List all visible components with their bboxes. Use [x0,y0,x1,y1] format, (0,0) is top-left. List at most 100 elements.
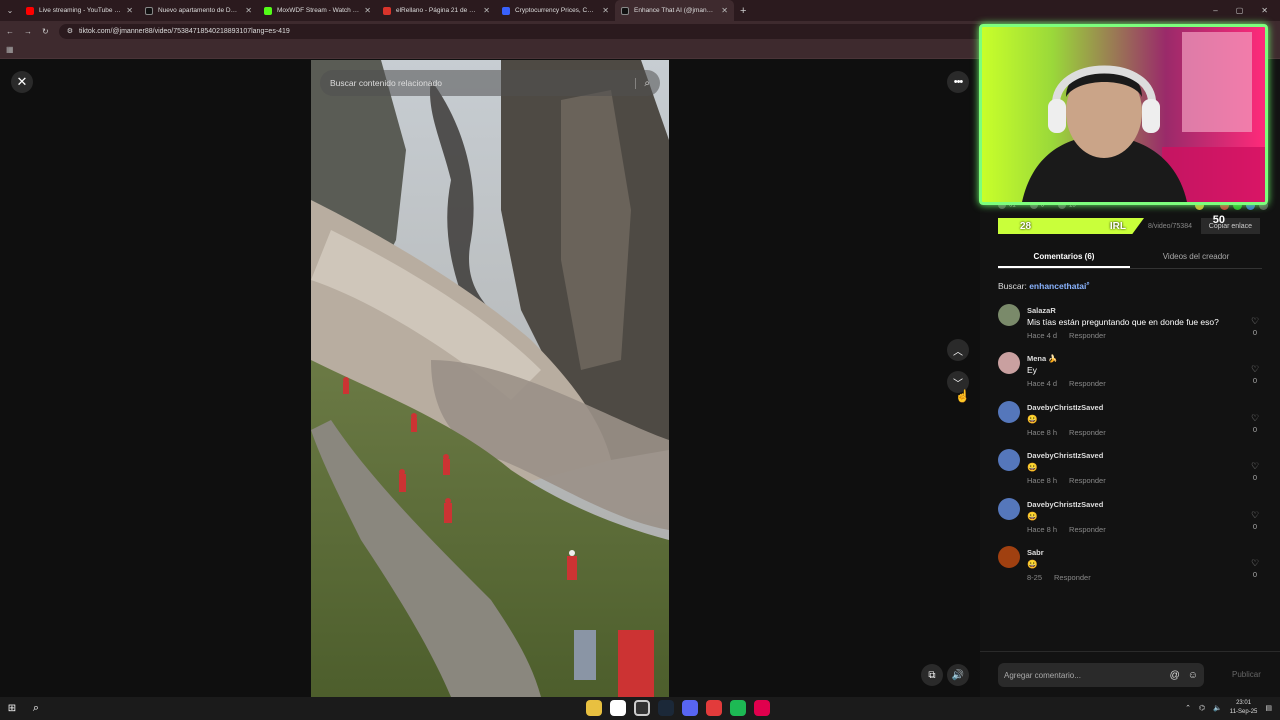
network-icon[interactable]: ⌬ [1199,704,1205,712]
tab-close-icon[interactable]: ✕ [364,6,371,15]
clock-time: 23:01 [1236,700,1252,706]
reply-button[interactable]: Responder [1069,428,1106,437]
notifications-icon[interactable]: ▤ [1265,704,1272,712]
comment-username[interactable]: Sabr [1027,548,1044,557]
comment-username[interactable]: DavebyChristIzSaved [1027,451,1103,460]
tab-favicon-icon [383,6,391,15]
like-count: 0 [1252,328,1258,337]
chrome-icon[interactable] [610,700,626,716]
avatar[interactable] [998,352,1020,374]
comment-meta: Hace 8 h Responder [1027,525,1106,534]
volume-button[interactable]: 🔊 [947,664,969,686]
back-icon[interactable]: ← [6,27,14,36]
reply-button[interactable]: Responder [1069,331,1106,340]
tab-4[interactable]: Cryptocurrency Prices, Charts A ✕ [496,0,615,21]
volume-icon[interactable]: 🔈 [1213,704,1222,712]
clock[interactable]: 23:01 11-Sep-25 [1230,699,1258,717]
tab-close-icon[interactable]: ✕ [245,6,252,15]
tab-close-icon[interactable]: ✕ [602,6,609,15]
reply-button[interactable]: Responder [1069,379,1106,388]
comment-like-button[interactable]: ♡ 0 [1248,364,1262,385]
media-app-icon[interactable] [754,700,770,716]
like-count: 0 [1252,376,1258,385]
url-field[interactable]: ⚙ tiktok.com/@jmanner88/video/7538471854… [58,23,1019,39]
close-window-icon[interactable]: ✕ [1261,6,1268,15]
steam-icon[interactable] [658,700,674,716]
related-search-input[interactable]: Buscar contenido relacionado ⌕ [320,70,660,96]
comment-input[interactable]: Agregar comentario... @ ☺ [998,663,1204,687]
search-icon[interactable]: ⌕ [635,77,650,89]
tab-comments[interactable]: Comentarios (6) [998,248,1130,268]
video-player[interactable]: Buscar contenido relacionado ⌕ [311,60,669,697]
tab-0[interactable]: Live streaming - YouTube Studio ✕ [20,0,139,21]
tab-2[interactable]: MoxWDF Stream - Watch Live on ✕ [258,0,377,21]
tab-search-icon[interactable]: ⌄ [0,0,20,21]
more-options-button[interactable]: ••• [947,71,969,93]
game-launcher-icon[interactable] [706,700,722,716]
tray-expand-icon[interactable]: ⌃ [1185,704,1191,712]
maximize-icon[interactable]: ▢ [1236,6,1244,15]
comment-like-button[interactable]: ♡ 0 [1248,413,1262,434]
reply-button[interactable]: Responder [1069,476,1106,485]
forward-icon[interactable]: → [24,27,32,36]
tab-close-icon[interactable]: ✕ [126,6,133,15]
reload-icon[interactable]: ↻ [42,27,49,36]
copy-link-button[interactable]: 50 Copiar enlace [1200,214,1260,234]
comment-username[interactable]: Mena 🍌 [1027,354,1058,363]
search-small-icon: ⌕ [1086,281,1090,287]
apps-grid-icon[interactable]: ▦ [6,45,14,54]
avatar[interactable] [998,401,1020,423]
discord-icon[interactable] [682,700,698,716]
reply-button[interactable]: Responder [1054,573,1091,582]
tab-title: Live streaming - YouTube Studio [39,7,121,14]
reply-button[interactable]: Responder [1069,525,1106,534]
tab-favicon-icon [621,6,629,15]
close-video-button[interactable]: ✕ [11,71,33,93]
comment-username[interactable]: DavebyChristIzSaved [1027,403,1103,412]
minimize-icon[interactable]: – [1213,6,1217,15]
stream-overlay-band: 28 IRL 8/video/75384 50 Copiar enlace [998,214,1260,234]
mention-icon[interactable]: @ [1170,670,1180,681]
avatar[interactable] [998,304,1020,326]
video-link-text: 8/video/75384 [1148,222,1192,230]
file-explorer-icon[interactable] [586,700,602,716]
comment-text: 😀 [1027,462,1038,472]
tab-close-icon[interactable]: ✕ [721,6,728,15]
tab-1[interactable]: Nuevo apartamento de Daarick ✕ [139,0,258,21]
comment-like-button[interactable]: ♡ 0 [1248,510,1262,531]
comment-like-button[interactable]: ♡ 0 [1248,461,1262,482]
tab-title: MoxWDF Stream - Watch Live on [277,7,359,14]
taskbar-search-icon[interactable]: ⌕ [24,702,48,715]
tab-3[interactable]: elRellano - Página 21 de 5725 ✕ [377,0,496,21]
avatar[interactable] [998,498,1020,520]
comment-time: Hace 8 h [1027,428,1058,437]
comment-like-button[interactable]: ♡ 0 [1248,558,1262,579]
avatar[interactable] [998,449,1020,471]
tab-favicon-icon [145,6,153,15]
spotify-icon[interactable] [730,700,746,716]
site-info-icon[interactable]: ⚙ [67,27,73,35]
pip-button[interactable]: ⧉ [921,664,943,686]
previous-video-button[interactable]: ︿ [947,339,969,361]
publish-button[interactable]: Publicar [1232,670,1261,679]
comment-time: Hace 8 h [1027,525,1058,534]
comment-item: DavebyChristIzSaved 😀 Hace 8 h Responder … [998,449,1262,493]
search-suggestion[interactable]: Buscar: enhancethatai⌕ [998,281,1090,291]
tab-title: Cryptocurrency Prices, Charts A [515,7,597,14]
windows-taskbar: ⊞ ⌕ ⌃ ⌬ 🔈 23:01 11-Sep-25 ▤ [0,697,1280,720]
comment-username[interactable]: SalazaR [1027,306,1056,315]
overlay-number: 50 [1212,214,1226,226]
tab-creator-videos[interactable]: Videos del creador [1130,248,1262,268]
avatar[interactable] [998,546,1020,568]
comment-username[interactable]: DavebyChristIzSaved [1027,500,1103,509]
windows-start-icon[interactable]: ⊞ [0,703,24,714]
emoji-icon[interactable]: ☺ [1188,670,1198,681]
obs-icon[interactable] [634,700,650,716]
tab-title: Enhance That AI (@jmanner8 [634,7,717,14]
tab-5-active[interactable]: Enhance That AI (@jmanner8 ✕ [615,0,734,21]
tab-close-icon[interactable]: ✕ [483,6,490,15]
comment-like-button[interactable]: ♡ 0 [1248,316,1262,337]
search-query-link[interactable]: enhancethatai [1029,281,1086,291]
new-tab-icon[interactable]: + [740,5,746,17]
clock-date: 11-Sep-25 [1229,709,1258,715]
